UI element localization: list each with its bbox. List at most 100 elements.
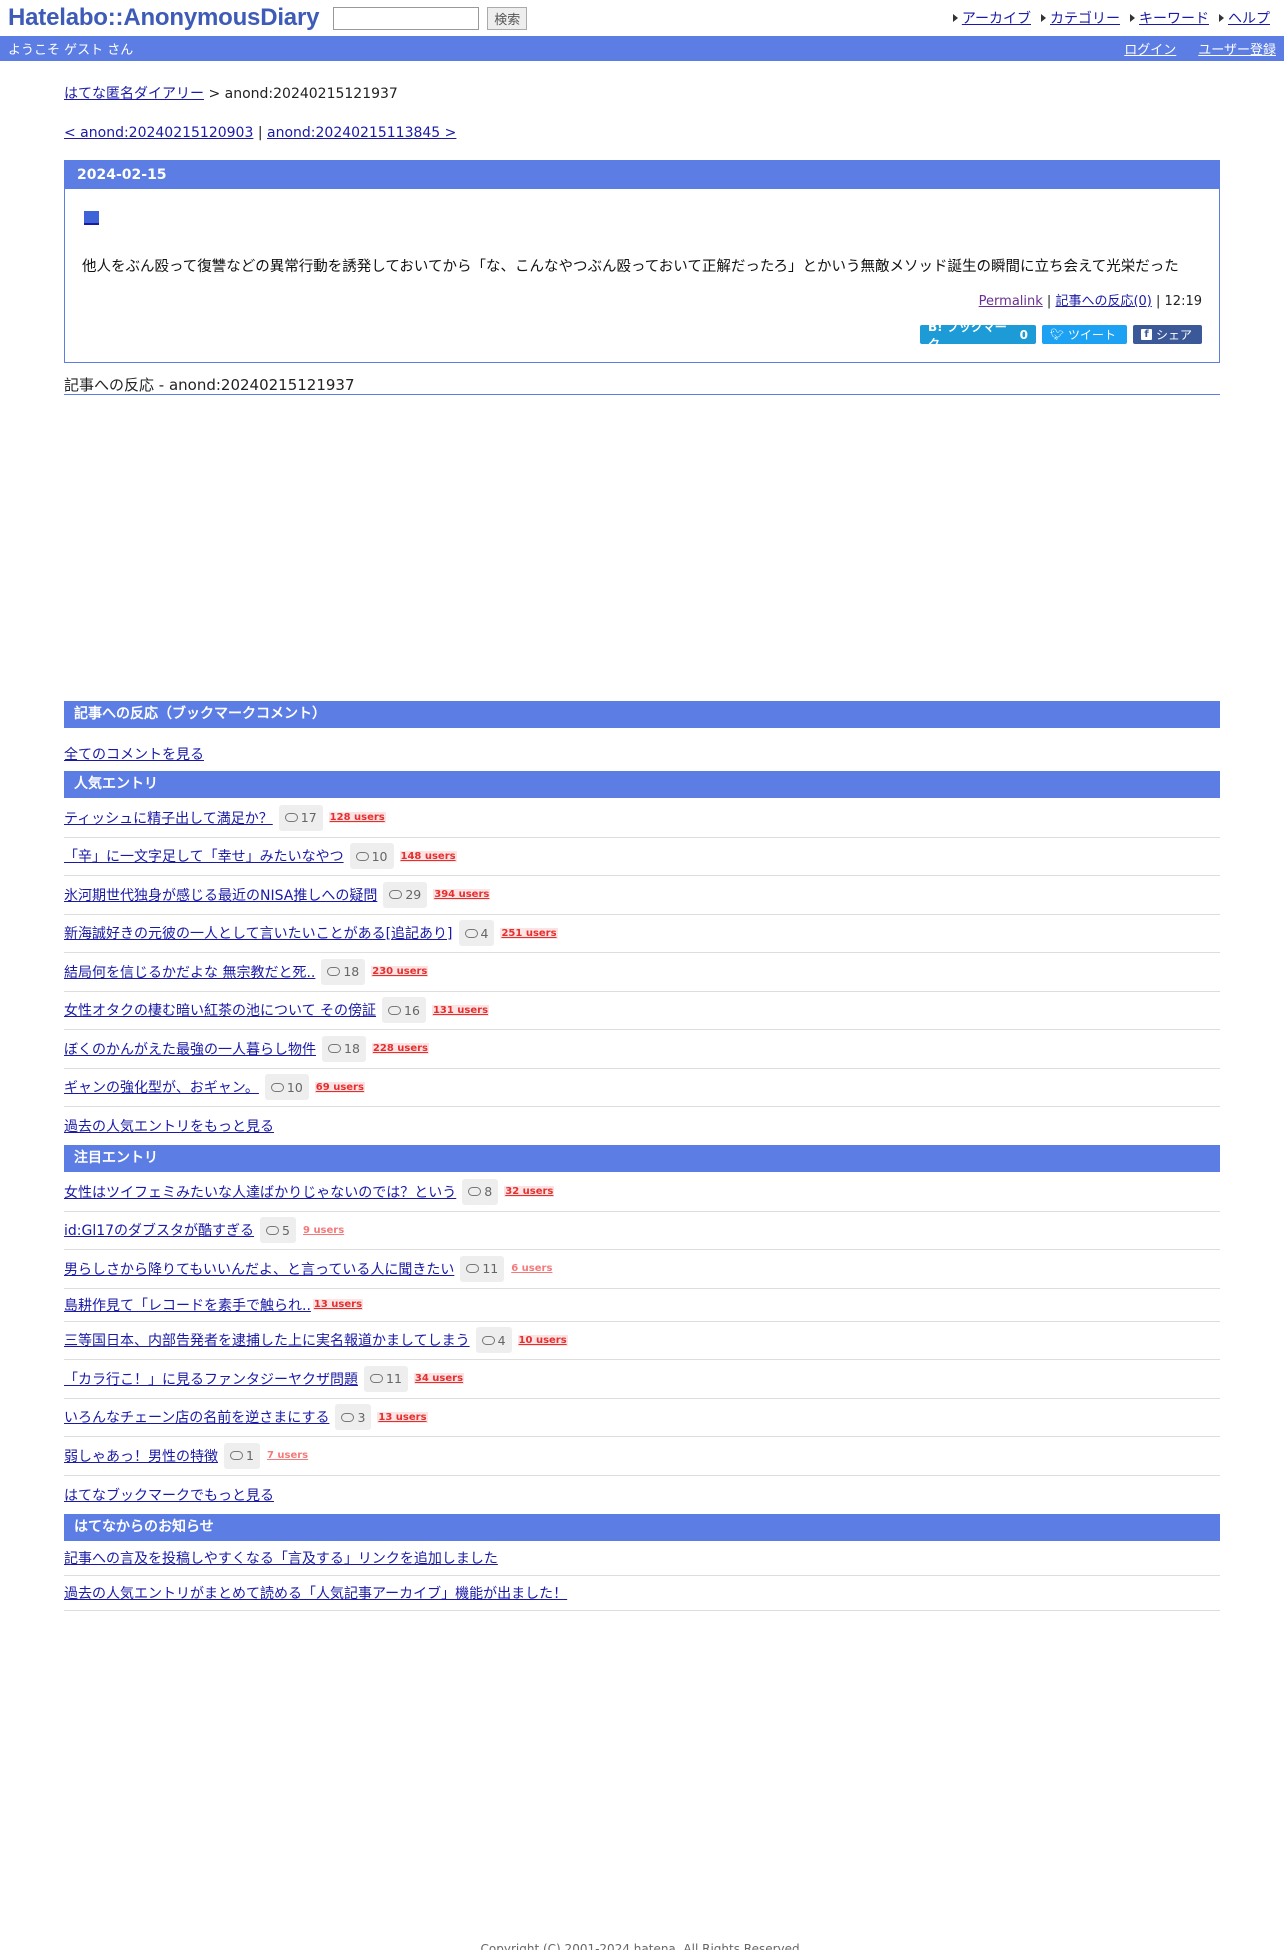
register-link[interactable]: ユーザー登録 — [1198, 39, 1276, 58]
users-badge[interactable]: 9 users — [302, 1225, 345, 1236]
comment-count-badge[interactable]: 18 — [322, 1035, 366, 1062]
news-link[interactable]: 過去の人気エントリがまとめて読める「人気記事アーカイブ」機能が出ました！ — [64, 1583, 567, 1603]
reactions-link[interactable]: 記事への反応(0) — [1055, 294, 1151, 309]
entry-title-link[interactable]: 島耕作見て「レコードを素手で触られ.. — [64, 1295, 311, 1315]
users-badge[interactable]: 69 users — [314, 1081, 365, 1093]
users-badge[interactable]: 13 users — [377, 1411, 428, 1423]
entry-title-link[interactable]: 弱しゃあっ！男性の特徴 — [64, 1446, 218, 1466]
bookmark-label: B! ブックマーク — [928, 319, 1007, 351]
entry-title-link[interactable]: ぼくのかんがえた最強の一人暮らし物件 — [64, 1039, 316, 1059]
comment-bubble-icon — [284, 813, 298, 823]
list-item: 「カラ行こ！」に見るファンタジーヤクザ問題 11 34 users — [64, 1360, 1220, 1399]
entry-title-link[interactable]: 「カラ行こ！」に見るファンタジーヤクザ問題 — [64, 1369, 358, 1389]
users-badge[interactable]: 394 users — [433, 889, 491, 901]
comment-count-badge[interactable]: 29 — [383, 881, 428, 908]
comment-bubble-icon — [270, 1082, 284, 1092]
footer-copyright: Copyright (C) 2001-2024 hatena. All Righ… — [480, 1942, 804, 1950]
search-button[interactable]: 検索 — [487, 6, 528, 30]
entry-title-link[interactable]: 女性オタクの棲む暗い紅茶の池について その傍証 — [64, 1000, 376, 1020]
entry-pager: < anond:20240215120903 | anond:202402151… — [64, 125, 1220, 141]
users-badge[interactable]: 10 users — [517, 1334, 568, 1346]
users-badge[interactable]: 6 users — [510, 1263, 553, 1274]
list-item: 島耕作見て「レコードを素手で触られ.. 13 users — [64, 1289, 1220, 1322]
entry-title-link[interactable]: ギャンの強化型が、おギャン。 — [64, 1077, 259, 1097]
comment-count-badge[interactable]: 16 — [382, 997, 426, 1024]
entry-title-link[interactable]: 三等国日本、内部告発者を逮捕した上に実名報道かましてしまう — [64, 1330, 470, 1350]
nav-help[interactable]: ヘルプ — [1219, 8, 1270, 28]
comment-count-badge[interactable]: 8 — [462, 1178, 499, 1205]
all-comments-link[interactable]: 全てのコメントを見る — [64, 747, 204, 763]
entry-title-link[interactable]: 男らしさから降りてもいいんだよ、と言っている人に聞きたい — [64, 1259, 454, 1279]
more-popular-link[interactable]: 過去の人気エントリをもっと見る — [64, 1116, 274, 1136]
news-link[interactable]: 記事への言及を投稿しやすくなる「言及する」リンクを追加しました — [64, 1548, 498, 1568]
comment-count: 5 — [282, 1222, 290, 1238]
users-badge[interactable]: 7 users — [266, 1450, 309, 1461]
comment-count-badge[interactable]: 4 — [458, 920, 495, 947]
entry-title-link[interactable]: 女性はツイフェミみたいな人達ばかりじゃないのでは？という — [64, 1182, 456, 1202]
nav-category-label[interactable]: カテゴリー — [1050, 8, 1120, 28]
entry-title-link[interactable]: 氷河期世代独身が感じる最近のNISA推しへの疑問 — [64, 885, 377, 905]
breadcrumb-separator: > — [204, 86, 225, 102]
comment-count: 16 — [404, 1002, 420, 1018]
comment-bubble-icon — [327, 967, 341, 977]
comment-bubble-icon — [388, 1005, 402, 1015]
entry-title-link[interactable]: id:Gl17のダブスタが酷すぎる — [64, 1220, 254, 1240]
nav-archive-label[interactable]: アーカイブ — [962, 8, 1031, 28]
users-badge[interactable]: 228 users — [371, 1043, 429, 1055]
nav-help-label[interactable]: ヘルプ — [1228, 8, 1270, 28]
hatena-bookmark-button[interactable]: B! ブックマーク 0 — [920, 320, 1036, 351]
twitter-bird-icon: 🐦︎ — [1050, 328, 1064, 341]
nav-keyword[interactable]: キーワード — [1130, 8, 1209, 28]
more-hot-link[interactable]: はてなブックマークでもっと見る — [64, 1485, 274, 1505]
entry-anchor-icon[interactable] — [84, 211, 99, 225]
users-badge[interactable]: 148 users — [399, 850, 457, 862]
users-badge[interactable]: 131 users — [431, 1004, 490, 1016]
permalink-link[interactable]: Permalink — [979, 294, 1043, 309]
list-item: 過去の人気エントリがまとめて読める「人気記事アーカイブ」機能が出ました！ — [64, 1576, 1220, 1611]
next-entry-link[interactable]: anond:20240215113845 > — [267, 125, 456, 141]
entry-title-link[interactable]: ティッシュに精子出して満足か？ — [64, 808, 273, 828]
list-item: 男らしさから降りてもいいんだよ、と言っている人に聞きたい 11 6 users — [64, 1250, 1220, 1289]
welcome-bar: ようこそ ゲスト さん ログイン ユーザー登録 — [0, 36, 1284, 61]
login-link[interactable]: ログイン — [1124, 39, 1176, 58]
entry-title-link[interactable]: いろんなチェーン店の名前を逆さまにする — [64, 1407, 329, 1427]
search-input[interactable] — [333, 6, 480, 30]
prev-entry-link[interactable]: < anond:20240215120903 — [64, 125, 253, 141]
share-buttons: B! ブックマーク 0 🐦︎ ツイート f シェア — [920, 320, 1202, 351]
comment-count: 10 — [371, 848, 388, 864]
breadcrumb-home[interactable]: はてな匿名ダイアリー — [64, 86, 204, 102]
comment-count-badge[interactable]: 18 — [321, 958, 366, 985]
list-item: いろんなチェーン店の名前を逆さまにする 3 13 users — [64, 1399, 1220, 1437]
users-badge[interactable]: 34 users — [413, 1373, 465, 1385]
nav-category[interactable]: カテゴリー — [1041, 8, 1120, 28]
list-item: 「辛」に一文字足して「幸せ」みたいなやつ 10 148 users — [64, 838, 1220, 876]
bookmark-comments-header: 記事への反応（ブックマークコメント） — [64, 701, 1220, 728]
users-badge[interactable]: 32 users — [504, 1186, 555, 1198]
users-badge[interactable]: 251 users — [500, 927, 558, 939]
users-badge[interactable]: 13 users — [312, 1299, 364, 1310]
entry-title-link[interactable]: 結局何を信じるかだよな 無宗教だと死.. — [64, 962, 315, 982]
entry-date: 2024-02-15 — [65, 161, 1219, 189]
nav-keyword-label[interactable]: キーワード — [1139, 8, 1209, 28]
comment-count-badge[interactable]: 11 — [460, 1255, 505, 1282]
comment-count-badge[interactable]: 4 — [475, 1327, 512, 1354]
entry-title-link[interactable]: 新海誠好きの元彼の一人として言いたいことがある[追記あり] — [64, 923, 453, 943]
facebook-share-button[interactable]: f シェア — [1133, 325, 1202, 344]
entry-title-link[interactable]: 「辛」に一文字足して「幸せ」みたいなやつ — [64, 846, 344, 866]
comment-count-badge[interactable]: 17 — [278, 804, 323, 831]
site-logo[interactable]: Hatelabo::AnonymousDiary — [8, 4, 319, 32]
tweet-button[interactable]: 🐦︎ ツイート — [1042, 325, 1127, 344]
nav-archive[interactable]: アーカイブ — [952, 8, 1031, 28]
comment-count-badge[interactable]: 11 — [364, 1365, 408, 1392]
comment-count-badge[interactable]: 5 — [260, 1217, 296, 1244]
comment-count: 18 — [344, 1041, 360, 1057]
hot-entries-list: 女性はツイフェミみたいな人達ばかりじゃないのでは？という 8 32 users id… — [64, 1173, 1220, 1514]
comment-count-badge[interactable]: 1 — [224, 1442, 260, 1469]
comment-count-badge[interactable]: 10 — [264, 1074, 309, 1101]
users-badge[interactable]: 128 users — [328, 812, 386, 824]
comment-bubble-icon — [468, 1187, 482, 1197]
users-badge[interactable]: 230 users — [371, 966, 429, 978]
triangle-right-icon — [952, 14, 958, 22]
comment-count-badge[interactable]: 10 — [349, 843, 394, 870]
comment-count-badge[interactable]: 3 — [335, 1404, 372, 1431]
